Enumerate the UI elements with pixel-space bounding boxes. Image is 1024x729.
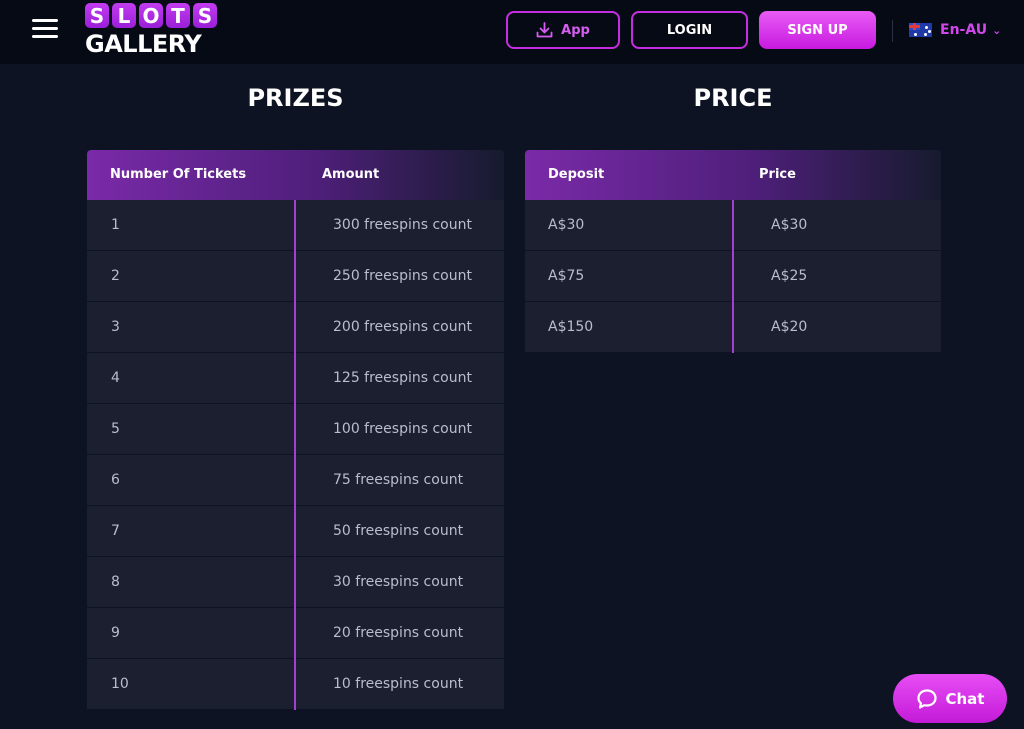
australia-flag-icon	[909, 23, 932, 37]
column-header-price: Price	[759, 167, 796, 182]
tickets-cell: 3	[111, 319, 120, 335]
column-divider	[294, 200, 296, 251]
header-divider	[892, 20, 893, 42]
price-table-header: Deposit Price	[525, 150, 941, 200]
price-title: PRICE	[693, 84, 773, 112]
app-download-button[interactable]: App	[506, 11, 620, 49]
column-divider	[732, 200, 734, 251]
tickets-cell: 5	[111, 421, 120, 437]
deposit-cell: A$30	[548, 217, 585, 233]
column-divider	[294, 455, 296, 506]
logo-letter: O	[139, 3, 163, 28]
table-row: 4 125 freespins count	[87, 353, 504, 404]
tickets-cell: 6	[111, 472, 120, 488]
chat-bubble-icon	[916, 688, 937, 709]
hamburger-menu-icon[interactable]	[32, 19, 58, 39]
chat-label: Chat	[945, 689, 985, 708]
prizes-table-header: Number Of Tickets Amount	[87, 150, 504, 200]
site-header: S L O T S GALLERY App LOGIN SIGN UP En-A…	[0, 0, 1024, 64]
price-cell: A$30	[771, 217, 808, 233]
table-row: 1 300 freespins count	[87, 200, 504, 251]
login-button[interactable]: LOGIN	[631, 11, 748, 49]
logo-top-letters: S L O T S	[85, 3, 220, 28]
amount-cell: 200 freespins count	[333, 319, 472, 335]
language-selector[interactable]: En-AU ⌄	[909, 20, 1001, 40]
tickets-cell: 4	[111, 370, 120, 386]
logo-letter: S	[85, 3, 109, 28]
signup-button[interactable]: SIGN UP	[759, 11, 876, 49]
table-row: 2 250 freespins count	[87, 251, 504, 302]
deposit-cell: A$150	[548, 319, 594, 335]
prizes-table: Number Of Tickets Amount 1 300 freespins …	[87, 150, 504, 710]
tickets-cell: 8	[111, 574, 120, 590]
amount-cell: 10 freespins count	[333, 676, 464, 692]
column-divider	[294, 506, 296, 557]
price-cell: A$20	[771, 319, 808, 335]
table-row: 5 100 freespins count	[87, 404, 504, 455]
tickets-cell: 7	[111, 523, 120, 539]
amount-cell: 50 freespins count	[333, 523, 464, 539]
table-row: 3 200 freespins count	[87, 302, 504, 353]
logo-letter: S	[193, 3, 217, 28]
chat-button[interactable]: Chat	[893, 674, 1007, 723]
language-label: En-AU	[940, 22, 988, 38]
column-header-deposit: Deposit	[548, 167, 605, 182]
amount-cell: 300 freespins count	[333, 217, 472, 233]
column-header-tickets: Number Of Tickets	[110, 167, 247, 182]
column-divider	[294, 659, 296, 710]
table-row: 9 20 freespins count	[87, 608, 504, 659]
table-row: A$75 A$25	[525, 251, 941, 302]
table-row: A$150 A$20	[525, 302, 941, 353]
prizes-title: PRIZES	[247, 84, 344, 112]
column-divider	[294, 353, 296, 404]
download-icon	[536, 22, 553, 38]
logo-wordmark: GALLERY	[85, 30, 202, 58]
chevron-down-icon: ⌄	[992, 23, 1002, 37]
amount-cell: 250 freespins count	[333, 268, 472, 284]
tickets-cell: 1	[111, 217, 120, 233]
slots-gallery-logo[interactable]: S L O T S GALLERY	[85, 3, 220, 61]
column-divider	[294, 608, 296, 659]
amount-cell: 125 freespins count	[333, 370, 472, 386]
column-divider	[732, 302, 734, 353]
tickets-cell: 2	[111, 268, 120, 284]
price-cell: A$25	[771, 268, 808, 284]
table-row: 8 30 freespins count	[87, 557, 504, 608]
table-row: 10 10 freespins count	[87, 659, 504, 710]
column-divider	[294, 251, 296, 302]
column-header-amount: Amount	[322, 167, 380, 182]
tickets-cell: 9	[111, 625, 120, 641]
table-row: A$30 A$30	[525, 200, 941, 251]
deposit-cell: A$75	[548, 268, 585, 284]
table-row: 6 75 freespins count	[87, 455, 504, 506]
column-divider	[294, 404, 296, 455]
column-divider	[732, 251, 734, 302]
logo-letter: T	[166, 3, 190, 28]
amount-cell: 100 freespins count	[333, 421, 472, 437]
table-row: 7 50 freespins count	[87, 506, 504, 557]
app-button-label: App	[561, 22, 590, 38]
tickets-cell: 10	[111, 676, 129, 692]
amount-cell: 20 freespins count	[333, 625, 464, 641]
column-divider	[294, 302, 296, 353]
column-divider	[294, 557, 296, 608]
amount-cell: 30 freespins count	[333, 574, 464, 590]
amount-cell: 75 freespins count	[333, 472, 464, 488]
price-table: Deposit Price A$30 A$30 A$75 A$25 A$150 A$2…	[525, 150, 941, 353]
logo-letter: L	[112, 3, 136, 28]
